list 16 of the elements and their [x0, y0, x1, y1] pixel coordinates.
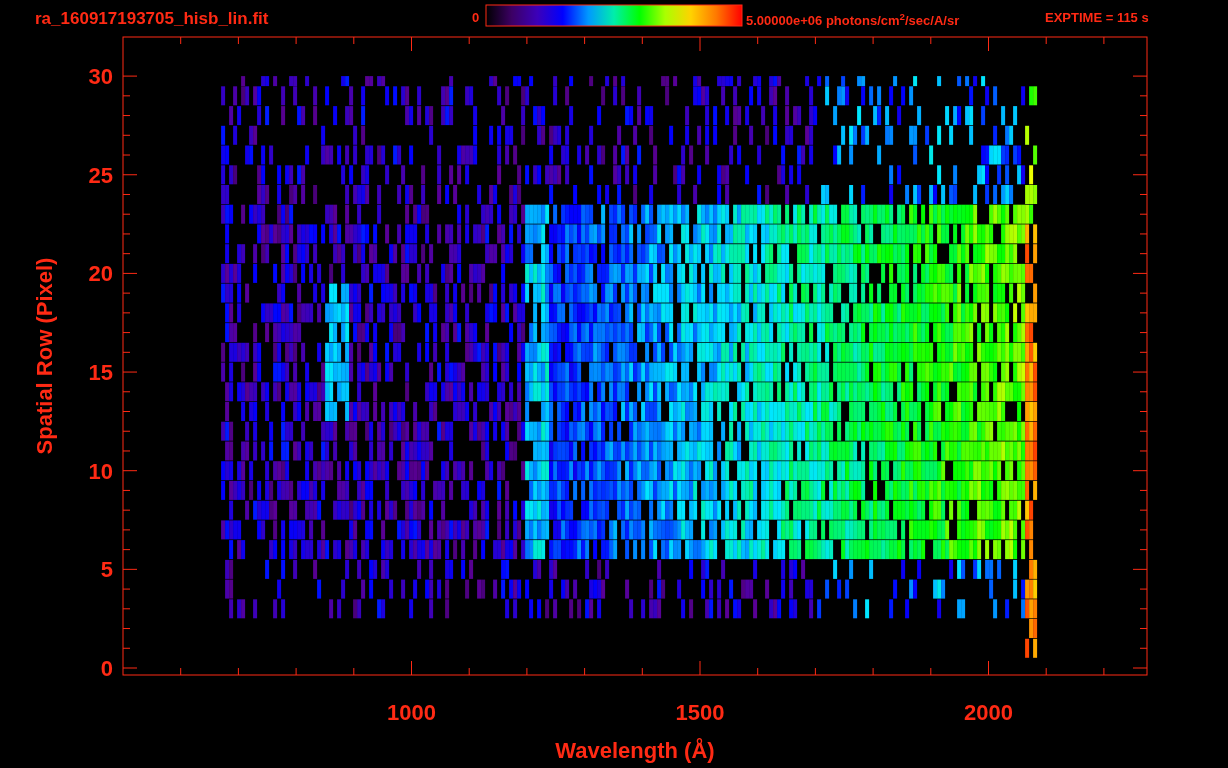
x-tick-label: 2000	[964, 700, 1013, 725]
x-tick-label: 1000	[387, 700, 436, 725]
file-title: ra_160917193705_hisb_lin.fit	[35, 9, 269, 28]
colorbar-min-label: 0	[472, 10, 480, 25]
y-axis-title: Spatial Row (Pixel)	[32, 257, 57, 455]
exposure-time-label: EXPTIME = 115 s	[1045, 10, 1149, 25]
colorbar-max-label: 5.00000e+06 photons/cm$^{2}$/sec/A/sr	[746, 13, 960, 28]
y-tick-label: 5	[100, 557, 113, 583]
x-tick-label: 1500	[675, 700, 725, 725]
y-tick-label: 10	[88, 458, 113, 484]
y-tick-label: 0	[100, 656, 113, 681]
y-tick-label: 25	[88, 162, 113, 188]
y-tick-label: 30	[88, 64, 113, 90]
y-tick-label: 15	[88, 360, 113, 386]
y-tick-label: 20	[88, 261, 113, 287]
x-axis-title: Wavelength (Å)	[555, 738, 715, 763]
